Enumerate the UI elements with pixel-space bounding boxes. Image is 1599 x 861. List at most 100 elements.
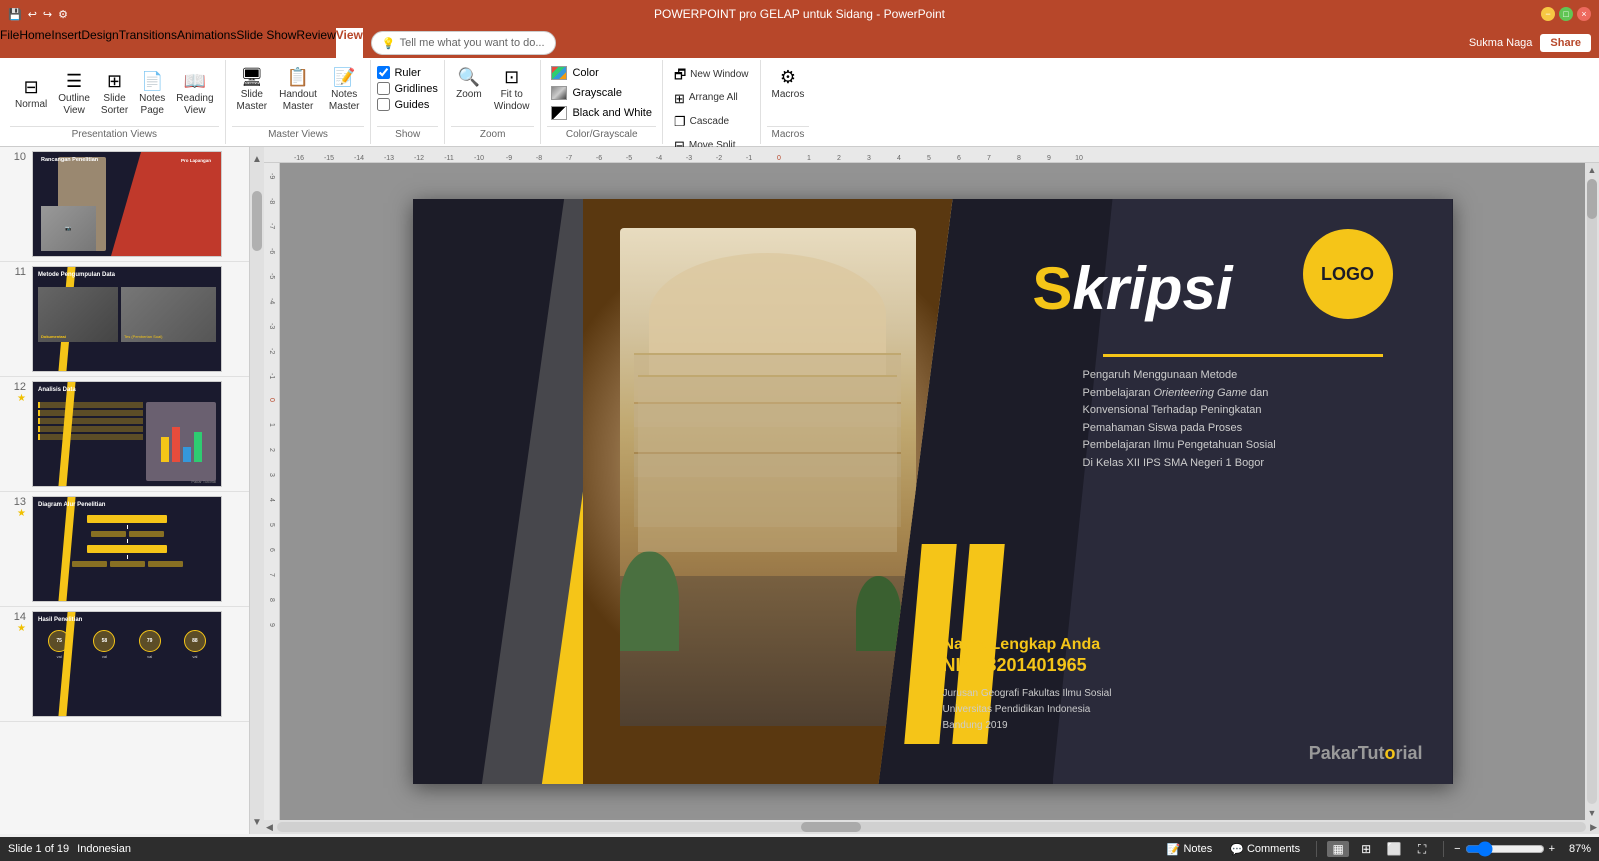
- color-option[interactable]: Color: [547, 64, 655, 82]
- h-scrollbar-handle[interactable]: [801, 822, 861, 832]
- main-slide[interactable]: LOGO Skripsi Pengaruh Menggunaan Metode …: [413, 199, 1453, 784]
- zoom-slider-input[interactable]: [1465, 841, 1545, 857]
- new-window-button[interactable]: 🗗 New Window: [669, 64, 754, 86]
- master-views-label: Master Views: [232, 126, 365, 142]
- scroll-right-button[interactable]: ▶: [1588, 820, 1599, 835]
- scroll-down-button[interactable]: ▼: [251, 810, 263, 834]
- normal-view-mode-button[interactable]: ▦: [1327, 841, 1349, 857]
- scrollbar-handle[interactable]: [1587, 179, 1597, 219]
- maximize-button[interactable]: □: [1559, 7, 1573, 21]
- quick-access-toolbar[interactable]: 💾 ↩ ↪ ⚙: [8, 8, 68, 21]
- slide-sorter-button[interactable]: ⊞ SlideSorter: [96, 68, 133, 120]
- presenter-view-button[interactable]: ⛶: [1411, 841, 1433, 857]
- show-options: Ruler Gridlines Guides: [377, 62, 437, 115]
- black-white-option[interactable]: Black and White: [547, 104, 655, 122]
- scroll-down-button[interactable]: ▼: [1586, 806, 1599, 820]
- redo-icon[interactable]: ↪: [43, 8, 52, 21]
- ruler-checkbox[interactable]: [377, 66, 390, 79]
- customize-icon[interactable]: ⚙: [58, 8, 68, 21]
- menu-view[interactable]: View: [336, 28, 363, 58]
- undo-icon[interactable]: ↩: [28, 8, 37, 21]
- reading-mode-button[interactable]: ⬜: [1383, 841, 1405, 857]
- arrange-all-button[interactable]: ⊞ Arrange All: [669, 88, 749, 110]
- tell-me-input[interactable]: 💡 Tell me what you want to do...: [371, 31, 556, 55]
- menu-animations[interactable]: Animations: [177, 28, 236, 58]
- scrollbar-track[interactable]: [1587, 179, 1597, 804]
- thumb-inner-10: Rancangan Penelitian Pro Lapangan 📷: [33, 152, 221, 256]
- list-item[interactable]: 10 Rancangan Penelitian Pro Lapangan 📷: [0, 147, 249, 262]
- horizontal-scrollbar[interactable]: ◀ ▶: [264, 820, 1599, 834]
- menu-transitions[interactable]: Transitions: [119, 28, 177, 58]
- brand-label: PakarTutorial: [1309, 743, 1423, 764]
- slide-thumbnail-12[interactable]: Analisis Data: [32, 381, 222, 487]
- vertical-scrollbar[interactable]: ▲ ▼: [1585, 163, 1599, 820]
- normal-view-button[interactable]: ⊟ Normal: [10, 74, 52, 114]
- list-item[interactable]: 12 ★ Analisis Data: [0, 377, 249, 492]
- language-indicator: Indonesian: [77, 843, 131, 855]
- window-controls[interactable]: − □ ×: [1541, 7, 1591, 21]
- scroll-up-button[interactable]: ▲: [251, 147, 263, 171]
- thumb-flow-13: [38, 515, 216, 596]
- scroll-left-button[interactable]: ◀: [264, 820, 275, 835]
- slide-panel-scrollbar[interactable]: ▲ ▼: [250, 147, 264, 834]
- minimize-button[interactable]: −: [1541, 7, 1555, 21]
- menu-review[interactable]: Review: [296, 28, 335, 58]
- scrollbar-thumb[interactable]: [252, 191, 262, 251]
- thumb-inner-13: Diagram Alur Penelitian: [33, 497, 221, 601]
- grayscale-option[interactable]: Grayscale: [547, 84, 655, 102]
- slide-thumbnail-10[interactable]: Rancangan Penelitian Pro Lapangan 📷: [32, 151, 222, 257]
- macros-button[interactable]: ⚙ Macros: [767, 64, 810, 104]
- slide-number-11: 11: [6, 266, 26, 278]
- save-icon[interactable]: 💾: [8, 8, 22, 21]
- zoom-controls[interactable]: − + 87%: [1454, 841, 1591, 857]
- guides-checkbox[interactable]: [377, 98, 390, 111]
- comments-button[interactable]: 💬 Comments: [1224, 841, 1306, 858]
- zoom-plus-button[interactable]: +: [1549, 843, 1555, 855]
- list-item[interactable]: 13 ★ Diagram Alur Penelitian: [0, 492, 249, 607]
- scroll-up-button[interactable]: ▲: [1586, 163, 1599, 177]
- menu-insert[interactable]: Insert: [51, 28, 81, 58]
- zoom-minus-button[interactable]: −: [1454, 843, 1460, 855]
- outline-view-button[interactable]: ☰ OutlineView: [53, 68, 95, 120]
- canvas-area: -16 -15 -14 -13 -12 -11 -10 -9 -8 -7 -6 …: [264, 147, 1599, 834]
- share-button[interactable]: Share: [1540, 34, 1591, 52]
- notes-master-button[interactable]: 📝 NotesMaster: [324, 64, 365, 116]
- show-label: Show: [377, 126, 437, 142]
- handout-master-button[interactable]: 📋 HandoutMaster: [274, 64, 322, 116]
- slide-thumbnail-11[interactable]: Metode Pengumpulan Data Dokumentasi Tes …: [32, 266, 222, 372]
- zoom-button[interactable]: 🔍 Zoom: [451, 64, 487, 104]
- gridlines-checkbox-label[interactable]: Gridlines: [377, 82, 437, 95]
- slide-master-button[interactable]: 🖥 SlideMaster: [232, 64, 273, 116]
- notes-button[interactable]: 📝 Notes: [1161, 841, 1218, 858]
- slide-thumbnail-14[interactable]: Hasil Penelitian 75 val 58 val 79 val: [32, 611, 222, 717]
- slide-nim: NIM: 3201401965: [943, 655, 1087, 676]
- list-item[interactable]: 14 ★ Hasil Penelitian 75 val 58 val: [0, 607, 249, 722]
- h-scrollbar-track[interactable]: [277, 822, 1586, 832]
- menu-home[interactable]: Home: [19, 28, 51, 58]
- macros-icon: ⚙: [780, 67, 796, 89]
- color-options: Color Grayscale Black and White: [547, 62, 655, 124]
- list-item[interactable]: 11 Metode Pengumpulan Data Dokumentasi T…: [0, 262, 249, 377]
- reading-view-button[interactable]: 📖 ReadingView: [171, 68, 218, 120]
- menu-design[interactable]: Design: [81, 28, 118, 58]
- lightbulb-icon: 💡: [382, 37, 396, 50]
- notes-page-button[interactable]: 📄 NotesPage: [134, 68, 170, 120]
- window-title: POWERPOINT pro GELAP untuk Sidang - Powe…: [654, 7, 945, 21]
- fit-to-window-button[interactable]: ⊡ Fit toWindow: [489, 64, 535, 116]
- subtitle-line1: Pengaruh Menggunaan Metode: [1083, 367, 1383, 385]
- zoom-level-label[interactable]: 87%: [1559, 843, 1591, 855]
- menu-slide-show[interactable]: Slide Show: [236, 28, 296, 58]
- slide-thumbnail-13[interactable]: Diagram Alur Penelitian: [32, 496, 222, 602]
- status-left: Slide 1 of 19 Indonesian: [8, 843, 131, 855]
- slide-sorter-mode-button[interactable]: ⊞: [1355, 841, 1377, 857]
- brand-end: rial: [1395, 743, 1422, 763]
- close-button[interactable]: ×: [1577, 7, 1591, 21]
- gridlines-checkbox[interactable]: [377, 82, 390, 95]
- cascade-button[interactable]: ❐ Cascade: [669, 111, 749, 133]
- menu-file[interactable]: File: [0, 28, 19, 58]
- ruler-checkbox-label[interactable]: Ruler: [377, 66, 437, 79]
- tell-me-text[interactable]: Tell me what you want to do...: [400, 37, 545, 49]
- comments-icon: 💬: [1230, 843, 1244, 856]
- guides-checkbox-label[interactable]: Guides: [377, 98, 437, 111]
- slide-viewport[interactable]: LOGO Skripsi Pengaruh Menggunaan Metode …: [280, 163, 1585, 820]
